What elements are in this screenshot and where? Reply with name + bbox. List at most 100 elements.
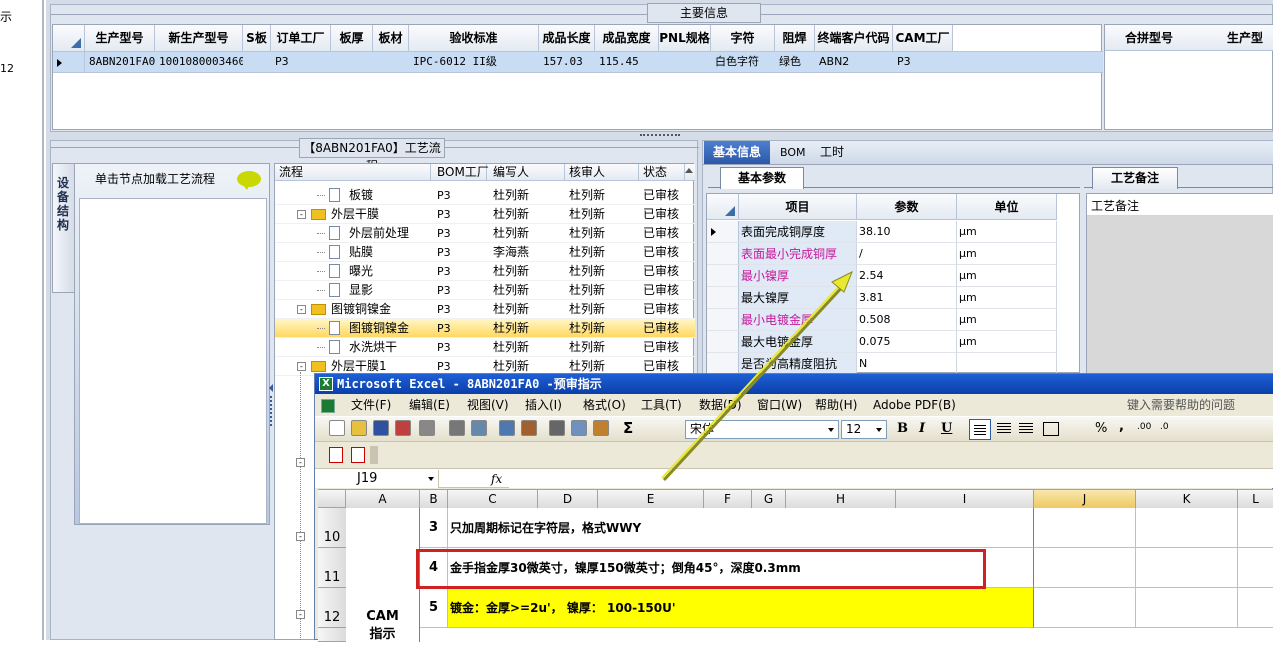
save-icon[interactable] bbox=[373, 420, 389, 436]
excel-menu-item[interactable]: 视图(V) bbox=[467, 397, 509, 413]
param-item[interactable]: 最大镍厚 bbox=[739, 287, 857, 309]
sheet-col-header[interactable]: A bbox=[346, 490, 420, 508]
main-cell[interactable]: P3 bbox=[893, 52, 953, 72]
italic-button[interactable]: I bbox=[919, 421, 925, 436]
main-col-header[interactable]: 订单工厂 bbox=[271, 25, 331, 51]
expand-icon[interactable]: - bbox=[297, 362, 306, 371]
sheet-cell[interactable] bbox=[1238, 588, 1273, 628]
param-col-header[interactable]: 单位 bbox=[957, 194, 1057, 220]
excel-menu-item[interactable]: 数据(D) bbox=[699, 397, 742, 413]
main-cell[interactable]: IPC-6012 II级 bbox=[409, 52, 539, 72]
pdf-create-icon[interactable] bbox=[329, 447, 343, 463]
decrease-decimal-button[interactable]: .0 bbox=[1160, 422, 1169, 432]
param-unit[interactable]: μm bbox=[957, 309, 1057, 331]
process-col-header[interactable]: 流程 bbox=[275, 164, 431, 181]
param-value[interactable]: 0.508 bbox=[857, 309, 957, 331]
subtab-basic-params[interactable]: 基本参数 bbox=[720, 167, 804, 189]
excel-menu-item[interactable]: 插入(I) bbox=[525, 397, 562, 413]
sheet-cell[interactable] bbox=[1136, 588, 1238, 628]
formula-input[interactable] bbox=[509, 470, 1273, 488]
process-col-header[interactable]: BOM工厂 bbox=[433, 164, 489, 181]
tab-bom[interactable]: BOM bbox=[780, 141, 806, 164]
main-col-header[interactable]: 新生产型号 bbox=[155, 25, 243, 51]
main-col-header[interactable]: 终端客户代码 bbox=[815, 25, 893, 51]
param-col-header[interactable]: 参数 bbox=[857, 194, 957, 220]
param-unit[interactable]: μm bbox=[957, 221, 1057, 243]
copy-icon[interactable] bbox=[571, 420, 587, 436]
sheet-cell[interactable] bbox=[1034, 508, 1136, 548]
print-icon[interactable] bbox=[449, 420, 465, 436]
sheet-cell[interactable] bbox=[1034, 588, 1136, 628]
process-row[interactable]: 板镀 P3 杜列新 杜列新 已审核 bbox=[275, 186, 695, 205]
format-painter-icon[interactable] bbox=[593, 420, 609, 436]
horizontal-splitter[interactable] bbox=[640, 134, 680, 137]
sheet-cell-index[interactable]: 5 bbox=[420, 588, 448, 628]
tab-hours[interactable]: 工时 bbox=[820, 141, 844, 164]
process-row[interactable]: 贴膜 P3 李海燕 杜列新 已审核 bbox=[275, 243, 695, 262]
param-value[interactable]: 38.10 bbox=[857, 221, 957, 243]
main-cell[interactable]: 10010800034606 bbox=[155, 52, 243, 72]
tab-process-note[interactable]: 工艺备注 bbox=[1092, 167, 1178, 189]
sheet-cell[interactable] bbox=[1136, 508, 1238, 548]
main-col-header[interactable]: 字符 bbox=[711, 25, 775, 51]
excel-menu-item[interactable]: 窗口(W) bbox=[757, 397, 802, 413]
sheet-col-header[interactable]: F bbox=[704, 490, 752, 508]
main-col-header[interactable]: 板厚 bbox=[331, 25, 373, 51]
expand-icon[interactable]: - bbox=[297, 305, 306, 314]
percent-button[interactable]: % bbox=[1095, 421, 1107, 436]
excel-menu-item[interactable]: 编辑(E) bbox=[409, 397, 450, 413]
param-unit[interactable] bbox=[957, 353, 1057, 375]
sheet-col-header[interactable]: I bbox=[896, 490, 1034, 508]
comma-button[interactable]: , bbox=[1119, 419, 1124, 434]
process-row[interactable]: 显影 P3 杜列新 杜列新 已审核 bbox=[275, 281, 695, 300]
align-center-button[interactable] bbox=[997, 423, 1011, 424]
sheet-row-header[interactable]: 10 bbox=[318, 508, 346, 548]
main-info-grid[interactable]: 生产型号 新生产型号 S板 订单工厂 板厚 板材 验收标准 成品长度 成品宽度 PNL规格 字符 阻焊… bbox=[52, 24, 1103, 130]
help-search-input[interactable]: 键入需要帮助的问题 bbox=[1127, 396, 1273, 414]
expand-icon[interactable]: - bbox=[297, 210, 306, 219]
process-col-header[interactable]: 状态 bbox=[639, 164, 685, 181]
param-item[interactable]: 表面完成铜厚度 bbox=[739, 221, 857, 243]
bold-button[interactable]: B bbox=[897, 421, 908, 436]
increase-decimal-button[interactable]: .00 bbox=[1137, 422, 1151, 432]
param-row-header[interactable] bbox=[707, 265, 739, 287]
process-row[interactable]: 外层前处理 P3 杜列新 杜列新 已审核 bbox=[275, 224, 695, 243]
param-item[interactable]: 最大电镀金厚 bbox=[739, 331, 857, 353]
note-box[interactable]: 工艺备注 bbox=[1086, 193, 1273, 374]
param-row-header[interactable] bbox=[707, 287, 739, 309]
sheet-col-header[interactable]: K bbox=[1136, 490, 1238, 508]
excel-titlebar[interactable]: X Microsoft Excel - 8ABN201FA0 -预审指示 bbox=[315, 374, 1273, 394]
param-value[interactable]: 2.54 bbox=[857, 265, 957, 287]
excel-menu-item[interactable]: 文件(F) bbox=[351, 397, 391, 413]
fx-icon[interactable]: fx bbox=[491, 470, 502, 488]
expand-icon-3[interactable]: - bbox=[296, 610, 305, 619]
name-box-dropdown-icon[interactable] bbox=[428, 477, 434, 481]
main-col-header[interactable]: 成品长度 bbox=[539, 25, 595, 51]
param-unit[interactable]: μm bbox=[957, 265, 1057, 287]
main-col-header[interactable]: 验收标准 bbox=[409, 25, 539, 51]
tab-basic-info[interactable]: 基本信息 bbox=[704, 141, 770, 164]
sheet-cell-index[interactable]: 3 bbox=[420, 508, 448, 548]
param-row-header[interactable] bbox=[707, 331, 739, 353]
sheet-col-header[interactable]: E bbox=[598, 490, 704, 508]
sheet-cell[interactable] bbox=[1136, 548, 1238, 588]
main-cell[interactable]: 115.45 bbox=[595, 52, 659, 72]
row-header-cell[interactable] bbox=[53, 52, 85, 72]
param-value[interactable]: 3.81 bbox=[857, 287, 957, 309]
size-select[interactable]: 12 bbox=[841, 420, 887, 439]
main-cell[interactable]: 8ABN201FA0 bbox=[85, 52, 155, 72]
sheet-cell-text[interactable]: 只加周期标记在字符层，格式WWY bbox=[448, 508, 1034, 548]
side-tab[interactable]: 设备结构 bbox=[52, 163, 74, 293]
param-unit[interactable]: μm bbox=[957, 331, 1057, 353]
process-row[interactable]: - 图镀铜镍金 P3 杜列新 杜列新 已审核 bbox=[275, 300, 695, 319]
sheet-cell-text[interactable]: 镀金：金厚>=2u'， 镍厚： 100-150U' bbox=[448, 588, 1034, 628]
sheet-cell[interactable] bbox=[1034, 548, 1136, 588]
sheet-col-header[interactable]: L bbox=[1238, 490, 1273, 508]
params-grid[interactable]: 项目 参数 单位 表面完成铜厚度 38.10 μm 表面最小完成铜厚 / μm 最小镍厚 2.54… bbox=[706, 193, 1080, 375]
pdf-mail-icon[interactable] bbox=[351, 447, 365, 463]
new-doc-icon[interactable] bbox=[329, 420, 345, 436]
sheet-col-header[interactable]: H bbox=[786, 490, 896, 508]
param-row-header[interactable] bbox=[707, 353, 739, 375]
main-cell[interactable]: 白色字符 bbox=[711, 52, 775, 72]
font-select[interactable]: 宋体 bbox=[685, 420, 839, 439]
